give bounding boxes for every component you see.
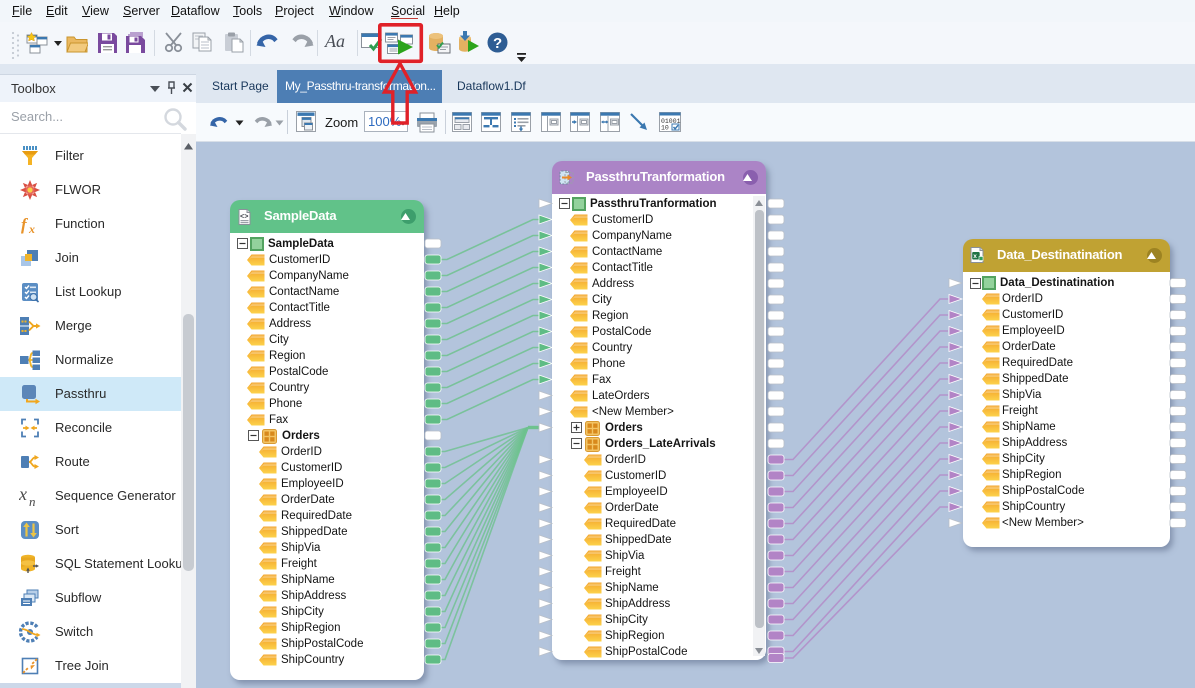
svg-text:n: n: [29, 494, 36, 507]
svg-text:f: f: [21, 215, 29, 234]
svg-text:x: x: [28, 222, 35, 235]
svg-text:x: x: [19, 485, 27, 504]
svg-text:10: 10: [661, 125, 669, 132]
svg-text:?: ?: [493, 35, 502, 52]
svg-text:x: x: [973, 253, 977, 260]
